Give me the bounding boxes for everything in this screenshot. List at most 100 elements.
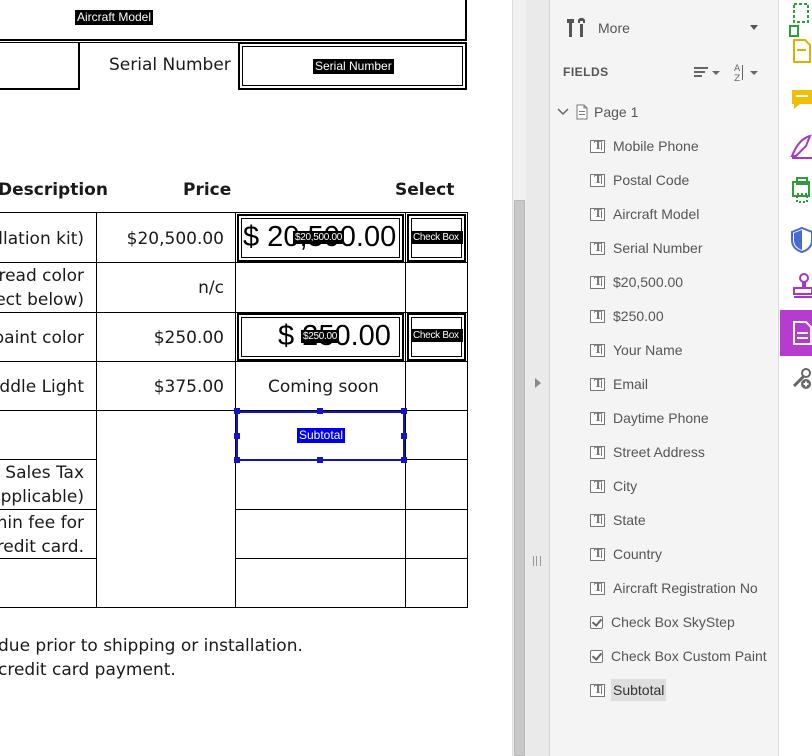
row-description-line1: X Sales Tax	[0, 463, 84, 483]
chevron-down-icon	[750, 25, 758, 30]
aircraft-model-field[interactable]: Aircraft Model	[75, 10, 154, 25]
row-description: uddle Light	[0, 377, 84, 397]
prepare-form-icon[interactable]	[780, 310, 812, 356]
field-label: Country	[613, 546, 663, 562]
sort-order-icon[interactable]	[694, 62, 724, 82]
table-border	[0, 212, 468, 213]
field-list-item[interactable]: Street Address	[590, 440, 707, 464]
text-field-icon	[590, 275, 605, 289]
rule	[465, 0, 467, 40]
subtotal-field[interactable]: Subtotal	[297, 428, 346, 443]
field-list-item[interactable]: Country	[590, 542, 664, 566]
coming-soon-note: Coming soon	[268, 377, 379, 397]
check-box-skystep-field[interactable]: Check Box	[411, 231, 463, 244]
checkbox-field-icon	[590, 649, 603, 663]
field-label: Email	[613, 376, 649, 392]
rule	[0, 39, 467, 41]
text-field-icon	[590, 547, 605, 561]
protect-icon[interactable]	[780, 218, 812, 264]
field-list-item[interactable]: Check Box SkyStep	[590, 610, 737, 634]
chevron-down-icon[interactable]	[556, 105, 570, 119]
row-price: $250.00	[153, 328, 224, 348]
check-box-custom-paint-field[interactable]: Check Box	[411, 329, 463, 342]
field-list-item[interactable]: Email	[590, 372, 650, 396]
more-tools-icon[interactable]	[780, 356, 812, 402]
resize-handle[interactable]	[401, 408, 407, 414]
field-label: Subtotal	[611, 679, 667, 701]
field-label: Your Name	[613, 342, 683, 358]
resize-handle[interactable]	[234, 408, 240, 414]
table-border	[0, 459, 96, 460]
field-list-item[interactable]: City	[590, 474, 639, 498]
text-field-icon	[590, 309, 605, 323]
serial-number-field[interactable]: Serial Number	[313, 59, 394, 74]
field-list-item[interactable]: Aircraft Registration No	[590, 576, 760, 600]
field-label: Aircraft Registration No	[613, 580, 758, 596]
table-border	[0, 607, 468, 608]
field-list-item[interactable]: Mobile Phone	[590, 134, 701, 158]
svg-text:Z: Z	[734, 74, 740, 82]
fill-sign-icon[interactable]	[780, 126, 812, 172]
text-field-icon	[590, 343, 605, 357]
fields-panel: More FIELDS A Z Page 1 Mobile Phone Posta…	[550, 0, 779, 756]
comment-icon[interactable]	[780, 80, 812, 126]
text-field-icon	[590, 581, 605, 595]
expand-arrow-icon[interactable]	[535, 378, 541, 388]
stamp-icon[interactable]	[780, 264, 812, 310]
splitter-grip-icon[interactable]	[533, 556, 541, 566]
field-label: $20,500.00	[613, 274, 684, 290]
header-price: Price	[183, 180, 232, 200]
field-list-item[interactable]: Aircraft Model	[590, 202, 701, 226]
text-field-icon	[590, 173, 605, 187]
text-field-icon	[590, 445, 605, 459]
resize-handle[interactable]	[234, 457, 240, 463]
row-description-line2: ect below)	[0, 290, 84, 310]
field-label: Postal Code	[613, 172, 690, 188]
field-label: Mobile Phone	[613, 138, 699, 154]
field-list-item[interactable]: Your Name	[590, 338, 685, 362]
text-field-icon	[590, 683, 605, 697]
row-description-line2: applicable)	[0, 487, 84, 507]
table-border	[467, 212, 468, 608]
field-label: Street Address	[613, 444, 705, 460]
field-list-item[interactable]: Check Box Custom Paint	[590, 644, 769, 668]
field-list-item[interactable]: Serial Number	[590, 236, 704, 260]
table-border	[0, 361, 468, 362]
text-field-icon	[590, 411, 605, 425]
field-list-item[interactable]: Subtotal	[590, 678, 667, 702]
field-label: Aircraft Model	[613, 206, 700, 222]
field-label: City	[613, 478, 638, 494]
text-field-icon	[590, 479, 605, 493]
price-field-250[interactable]: $250.00	[301, 330, 340, 343]
resize-handle[interactable]	[317, 408, 323, 414]
resize-handle[interactable]	[317, 457, 323, 463]
print-production-icon[interactable]	[780, 172, 812, 218]
resize-handle[interactable]	[234, 433, 240, 439]
more-dropdown[interactable]: More	[564, 14, 764, 42]
field-list-item[interactable]: Daytime Phone	[590, 406, 711, 430]
text-field-icon	[590, 207, 605, 221]
field-label: Daytime Phone	[613, 410, 709, 426]
row-description: allation kit)	[0, 229, 84, 249]
field-list-item[interactable]: $20,500.00	[590, 270, 685, 294]
resize-handle[interactable]	[401, 457, 407, 463]
sort-alpha-icon[interactable]: A Z	[732, 62, 762, 82]
vertical-scrollbar[interactable]	[512, 0, 526, 756]
field-list-item[interactable]: $250.00	[590, 304, 666, 328]
header-description: Description	[0, 180, 108, 200]
field-list-item[interactable]: State	[590, 508, 648, 532]
table-border	[235, 558, 468, 559]
text-field-icon	[590, 377, 605, 391]
page-1-node[interactable]: Page 1	[556, 100, 638, 124]
field-label: State	[613, 512, 646, 528]
panel-splitter[interactable]	[526, 0, 550, 756]
create-pdf-icon[interactable]	[780, 34, 812, 80]
field-list-item[interactable]: Postal Code	[590, 168, 691, 192]
row-description-line2: redit card.	[0, 537, 84, 557]
resize-handle[interactable]	[401, 433, 407, 439]
header-select: Select	[395, 180, 455, 200]
document-view[interactable]: Aircraft Model Serial Number Serial Numb…	[0, 0, 512, 756]
scrollbar-thumb[interactable]	[514, 200, 525, 756]
price-field-20500[interactable]: $20,500.00	[293, 231, 345, 244]
table-border	[96, 212, 97, 608]
